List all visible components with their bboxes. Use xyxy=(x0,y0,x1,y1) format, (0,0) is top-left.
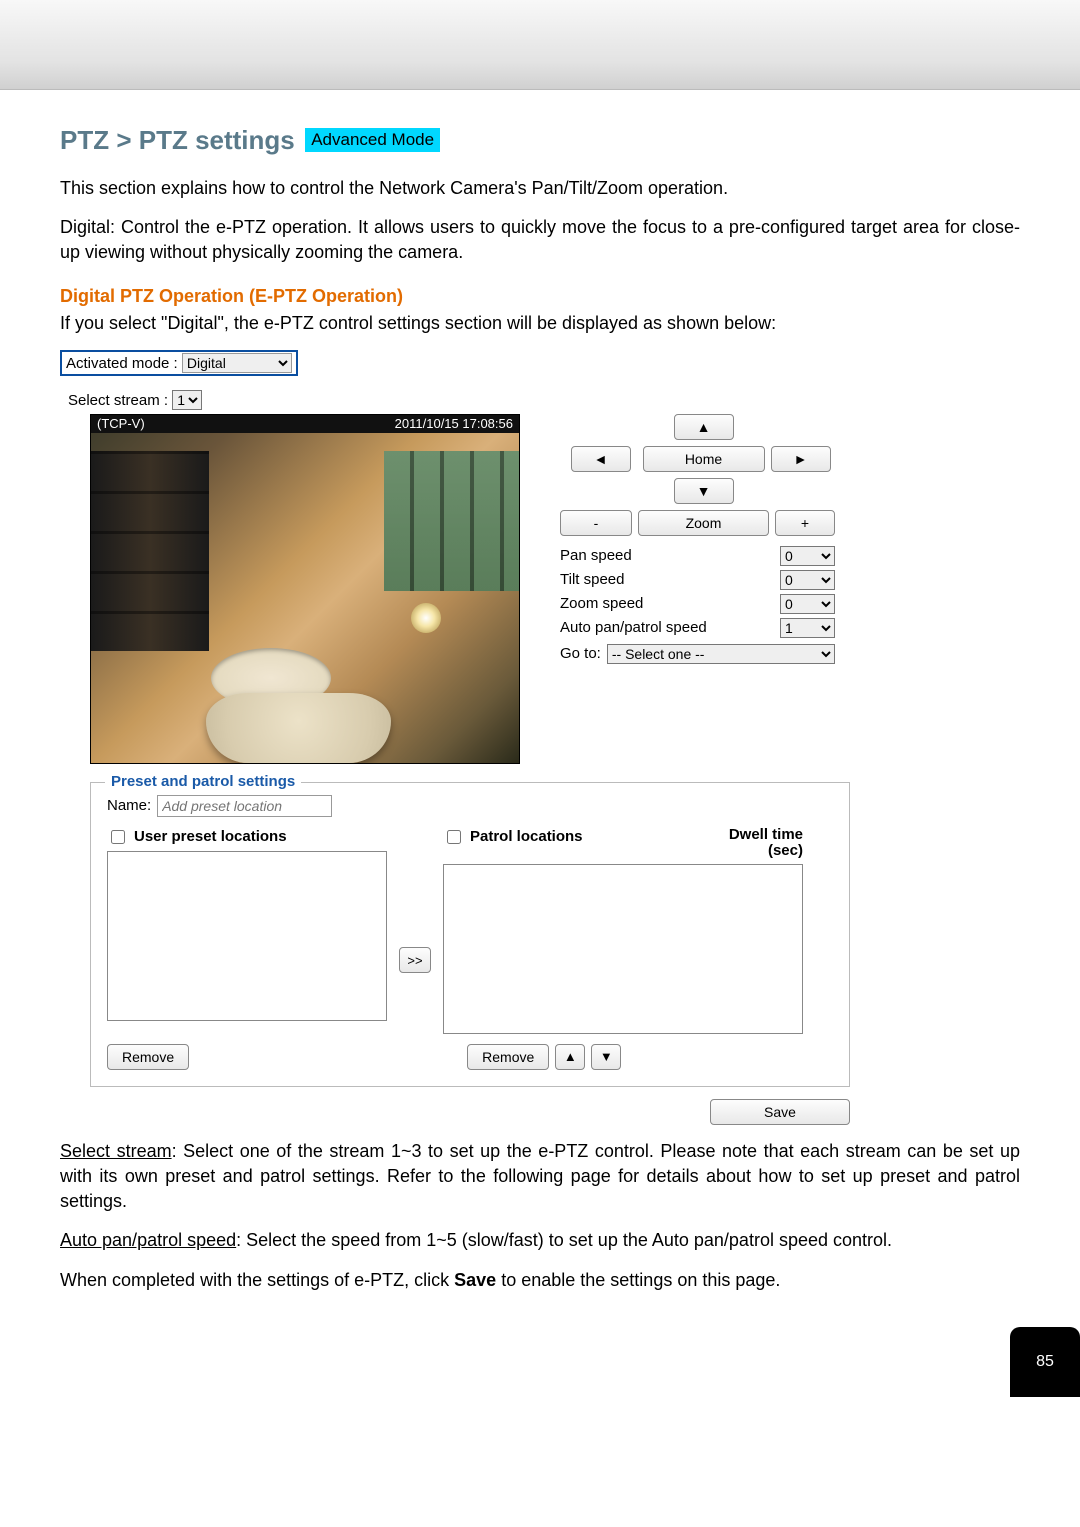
select-stream-row: Select stream : 1 xyxy=(68,390,1020,410)
pan-speed-label: Pan speed xyxy=(560,547,632,564)
user-preset-header: User preset locations xyxy=(134,828,287,845)
zoom-in-button[interactable]: + xyxy=(775,510,835,536)
pan-speed-select[interactable]: 0 xyxy=(780,546,835,566)
activated-mode-row: Activated mode : Digital xyxy=(60,350,298,376)
select-stream-select[interactable]: 1 xyxy=(172,390,202,410)
user-preset-checkbox[interactable] xyxy=(111,830,125,844)
ptz-home-button[interactable]: Home xyxy=(643,446,765,472)
footer-p2-underline: Auto pan/patrol speed xyxy=(60,1230,236,1250)
top-gradient-banner xyxy=(0,0,1080,90)
select-stream-label: Select stream : xyxy=(68,392,168,409)
patrol-listbox[interactable] xyxy=(443,864,803,1034)
footer-p1-underline: Select stream xyxy=(60,1141,172,1161)
zoom-out-button[interactable]: - xyxy=(560,510,632,536)
auto-speed-select[interactable]: 1 xyxy=(780,618,835,638)
footer-paragraph-1: Select stream: Select one of the stream … xyxy=(60,1139,1020,1215)
activated-mode-select[interactable]: Digital xyxy=(182,353,292,373)
ptz-left-button[interactable]: ◄ xyxy=(571,446,631,472)
patrol-move-down-button[interactable]: ▼ xyxy=(591,1044,621,1070)
section-subhead: Digital PTZ Operation (E-PTZ Operation) xyxy=(60,286,1020,307)
move-to-patrol-button[interactable]: >> xyxy=(399,947,431,973)
preset-name-input[interactable] xyxy=(157,795,332,817)
preset-name-label: Name: xyxy=(107,797,151,814)
activated-mode-label: Activated mode : xyxy=(66,355,178,372)
ptz-down-button[interactable]: ▼ xyxy=(674,478,734,504)
patrol-move-up-button[interactable]: ▲ xyxy=(555,1044,585,1070)
dwell-time-header-2: (sec) xyxy=(768,843,803,860)
ptz-right-button[interactable]: ► xyxy=(771,446,831,472)
page-number-tab: 85 xyxy=(1010,1327,1080,1397)
advanced-mode-badge: Advanced Mode xyxy=(305,128,440,152)
preview-title: (TCP-V) xyxy=(97,416,145,432)
goto-label: Go to: xyxy=(560,645,601,662)
intro-paragraph-1: This section explains how to control the… xyxy=(60,176,1020,201)
patrol-header: Patrol locations xyxy=(470,828,583,845)
camera-preview: (TCP-V) 2011/10/15 17:08:56 xyxy=(90,414,520,764)
ptz-control-panel: ▲ ◄ Home ► ▼ - Zoom + Pan speed xyxy=(560,414,835,664)
user-preset-listbox[interactable] xyxy=(107,851,387,1021)
ptz-up-button[interactable]: ▲ xyxy=(674,414,734,440)
dwell-time-header-1: Dwell time xyxy=(729,827,803,844)
preset-legend: Preset and patrol settings xyxy=(105,773,301,790)
user-remove-button[interactable]: Remove xyxy=(107,1044,189,1070)
patrol-checkbox[interactable] xyxy=(447,830,461,844)
tilt-speed-select[interactable]: 0 xyxy=(780,570,835,590)
footer-save-bold: Save xyxy=(454,1270,496,1290)
section-desc: If you select "Digital", the e-PTZ contr… xyxy=(60,311,1020,336)
goto-select[interactable]: -- Select one -- xyxy=(607,644,835,664)
save-button[interactable]: Save xyxy=(710,1099,850,1125)
auto-speed-label: Auto pan/patrol speed xyxy=(560,619,707,636)
patrol-remove-button[interactable]: Remove xyxy=(467,1044,549,1070)
zoom-label: Zoom xyxy=(638,510,769,536)
preset-patrol-fieldset: Preset and patrol settings Name: User pr… xyxy=(90,782,850,1087)
intro-paragraph-2: Digital: Control the e-PTZ operation. It… xyxy=(60,215,1020,265)
footer-paragraph-3: When completed with the settings of e-PT… xyxy=(60,1268,1020,1293)
title-row: PTZ > PTZ settings Advanced Mode xyxy=(60,125,1020,156)
footer-paragraph-2: Auto pan/patrol speed: Select the speed … xyxy=(60,1228,1020,1253)
zoom-speed-label: Zoom speed xyxy=(560,595,643,612)
page-title: PTZ > PTZ settings xyxy=(60,125,295,155)
preview-timestamp: 2011/10/15 17:08:56 xyxy=(395,416,513,432)
tilt-speed-label: Tilt speed xyxy=(560,571,624,588)
zoom-speed-select[interactable]: 0 xyxy=(780,594,835,614)
